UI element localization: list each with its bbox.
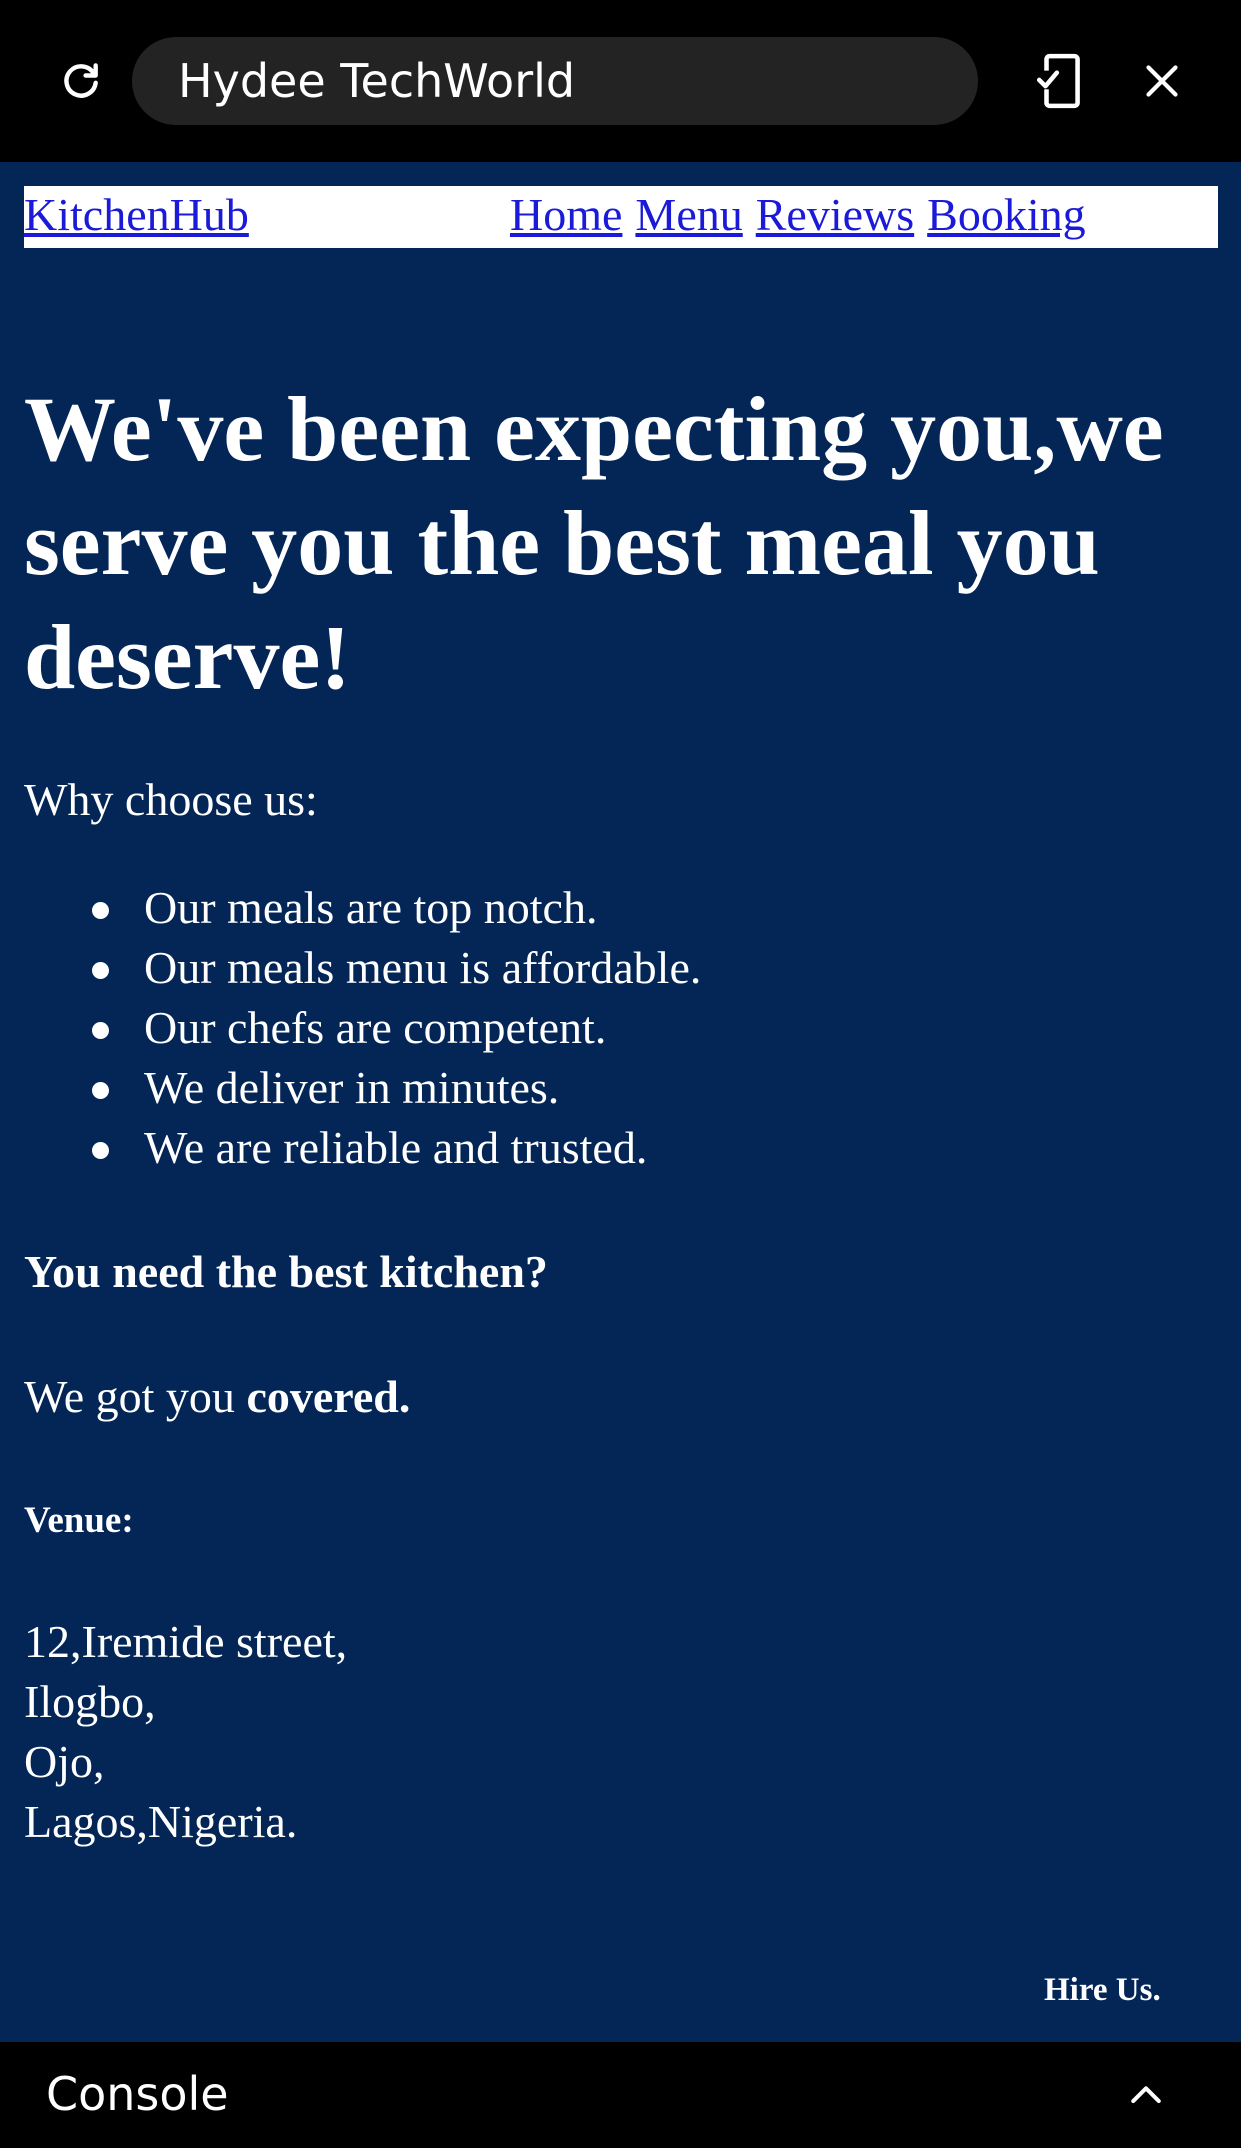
address-line: Ilogbo, (24, 1676, 156, 1727)
list-item: We are reliable and trusted. (24, 1118, 701, 1178)
chevron-up-icon (1131, 2086, 1161, 2104)
site-navbar: KitchenHub Home Menu Reviews Booking (24, 186, 1218, 248)
reload-button[interactable] (52, 52, 110, 110)
page-title: Hydee TechWorld (178, 54, 576, 108)
close-button[interactable] (1131, 50, 1193, 112)
list-item: Our meals menu is affordable. (24, 938, 701, 998)
covered-text: We got you covered. (24, 1367, 410, 1427)
list-item: Our chefs are competent. (24, 998, 701, 1058)
console-label[interactable]: Console (46, 2064, 229, 2124)
browser-toolbar: Hydee TechWorld (0, 0, 1241, 162)
console-bar: Console (0, 2042, 1241, 2148)
address-line: 12,Iremide street, (24, 1616, 348, 1667)
why-choose-label: Why choose us: (24, 774, 318, 825)
address-line: Lagos,Nigeria. (24, 1796, 298, 1847)
nav-home-link[interactable]: Home (510, 188, 622, 241)
close-icon (1146, 65, 1178, 97)
hero-heading: We've been expecting you,we serve you th… (24, 378, 1164, 708)
venue-label: Venue: (24, 1500, 134, 1541)
covered-emphasis: covered. (246, 1371, 411, 1422)
device-mode-button[interactable] (1030, 50, 1092, 112)
page-viewport: KitchenHub Home Menu Reviews Booking We'… (0, 162, 1241, 2042)
nav-menu-link[interactable]: Menu (635, 188, 742, 241)
nav-links: Home Menu Reviews Booking (510, 188, 1086, 241)
console-toggle-button[interactable] (1120, 2068, 1172, 2120)
reload-icon (64, 63, 98, 98)
device-mode-icon (1036, 53, 1080, 109)
reasons-list: Our meals are top notch. Our meals menu … (24, 878, 701, 1178)
need-kitchen-text: You need the best kitchen? (24, 1246, 548, 1297)
nav-reviews-link[interactable]: Reviews (756, 188, 914, 241)
list-item: Our meals are top notch. (24, 878, 701, 938)
hire-us-link[interactable]: Hire Us. (1044, 1970, 1161, 2010)
venue-address: 12,Iremide street, Ilogbo, Ojo, Lagos,Ni… (24, 1612, 347, 1852)
address-bar[interactable]: Hydee TechWorld (132, 37, 978, 125)
nav-booking-link[interactable]: Booking (927, 188, 1085, 241)
covered-prefix: We got you (24, 1371, 247, 1422)
list-item: We deliver in minutes. (24, 1058, 701, 1118)
brand-link[interactable]: KitchenHub (24, 188, 249, 241)
address-line: Ojo, (24, 1736, 105, 1787)
